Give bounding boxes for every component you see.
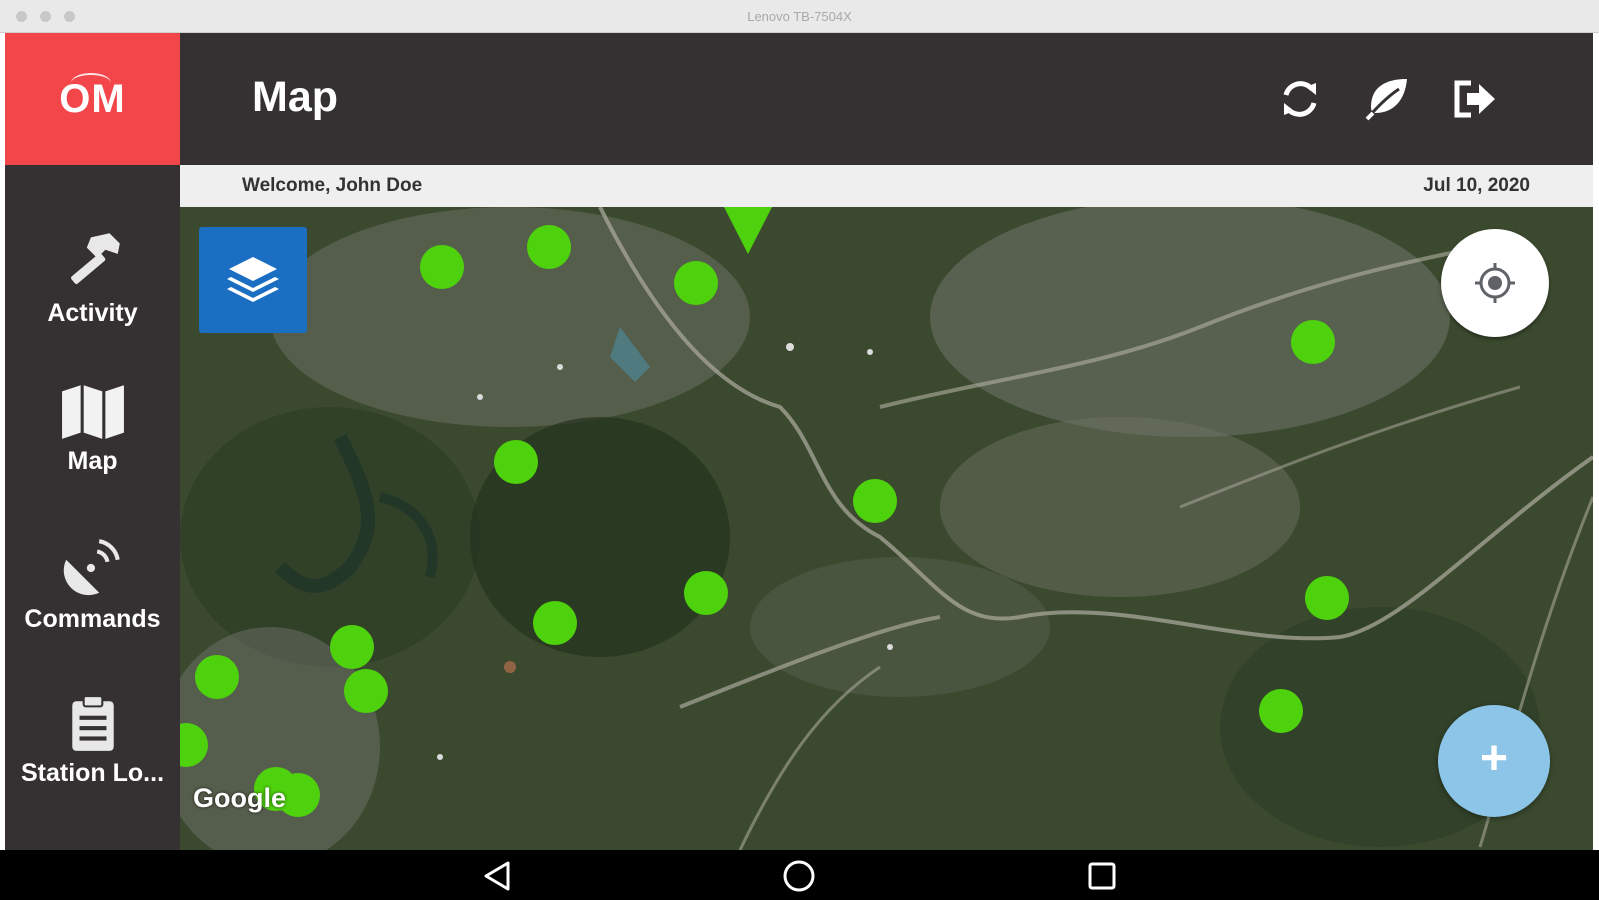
home-button[interactable] xyxy=(782,859,816,893)
leaf-button[interactable] xyxy=(1363,75,1411,123)
sidebar-item-map[interactable]: Map xyxy=(5,383,180,523)
satellite-imagery[interactable] xyxy=(180,207,1593,850)
logout-icon xyxy=(1454,80,1495,118)
logo-text: OM xyxy=(59,77,126,121)
page-title: Map xyxy=(252,73,338,121)
clipboard-icon xyxy=(71,695,114,751)
add-button-label: + xyxy=(1479,732,1509,785)
window-title: Lenovo TB-7504X xyxy=(747,9,852,24)
layers-icon xyxy=(227,257,279,302)
back-button[interactable] xyxy=(480,859,514,893)
sidebar-item-label: Activity xyxy=(47,299,138,327)
map-marker[interactable] xyxy=(195,655,239,699)
map-marker[interactable] xyxy=(1305,576,1349,620)
app-logo[interactable]: OM xyxy=(5,33,180,165)
app-window: OM Activity Map Commands Station Lo... M… xyxy=(5,33,1593,850)
map-marker[interactable] xyxy=(494,440,538,484)
map-marker[interactable] xyxy=(330,625,374,669)
leaf-icon xyxy=(1365,79,1407,121)
map-icon xyxy=(61,385,124,439)
crosshair-icon xyxy=(1475,263,1515,303)
welcome-bar: Welcome, John Doe Jul 10, 2020 xyxy=(180,165,1593,207)
map-marker[interactable] xyxy=(1291,320,1335,364)
map-marker[interactable] xyxy=(344,669,388,713)
date-text: Jul 10, 2020 xyxy=(1423,175,1530,196)
map-marker[interactable] xyxy=(853,479,897,523)
locate-button[interactable] xyxy=(1441,229,1549,337)
recents-button[interactable] xyxy=(1085,859,1119,893)
sidebar-item-label: Map xyxy=(67,447,118,475)
satellite-dish-icon xyxy=(63,539,120,596)
window-titlebar: Lenovo TB-7504X xyxy=(0,0,1599,33)
back-icon xyxy=(484,861,510,891)
map-marker[interactable] xyxy=(527,225,571,269)
map-view[interactable]: + Google xyxy=(180,207,1593,850)
sync-icon xyxy=(1283,81,1317,117)
map-marker[interactable] xyxy=(1259,689,1303,733)
logout-button[interactable] xyxy=(1451,75,1499,123)
add-button[interactable]: + xyxy=(1438,705,1550,817)
sync-button[interactable] xyxy=(1276,75,1324,123)
sidebar: Activity Map Commands Station Lo... xyxy=(5,165,180,850)
app-header: Map xyxy=(180,33,1593,165)
google-attribution: Google xyxy=(193,783,286,813)
map-marker-triangle[interactable] xyxy=(724,207,772,254)
sidebar-item-station-log[interactable]: Station Lo... xyxy=(5,695,180,835)
map-marker[interactable] xyxy=(684,571,728,615)
home-icon xyxy=(783,860,815,892)
recents-icon xyxy=(1088,862,1116,890)
map-marker[interactable] xyxy=(420,245,464,289)
sidebar-item-label: Commands xyxy=(24,605,161,633)
map-marker[interactable] xyxy=(674,261,718,305)
sidebar-item-activity[interactable]: Activity xyxy=(5,227,180,367)
system-nav-bar xyxy=(0,850,1599,900)
welcome-text: Welcome, John Doe xyxy=(242,175,423,196)
hammer-icon xyxy=(70,233,120,284)
layers-button[interactable] xyxy=(199,227,307,333)
map-marker[interactable] xyxy=(533,601,577,645)
sidebar-item-label: Station Lo... xyxy=(20,759,165,787)
sidebar-item-commands[interactable]: Commands xyxy=(5,537,180,677)
